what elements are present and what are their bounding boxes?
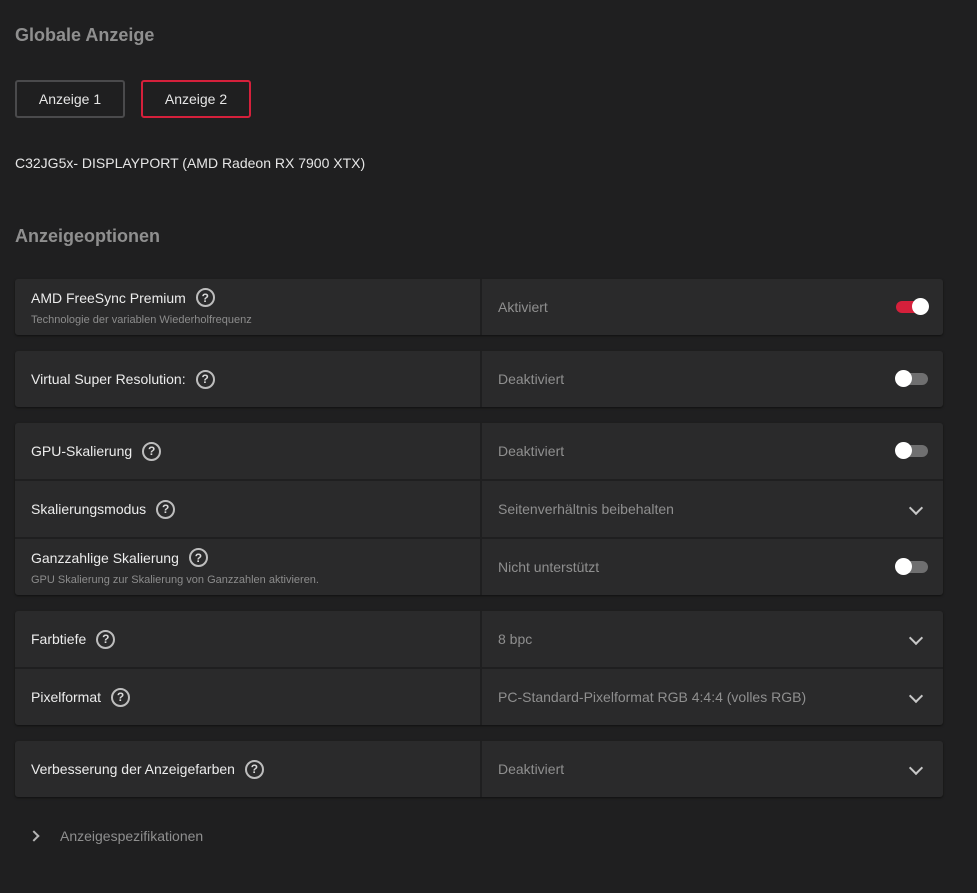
chevron-down-icon[interactable] [908,688,924,704]
toggle-knob [912,298,929,315]
display-specs-expander[interactable]: Anzeigespezifikationen [28,828,204,844]
toggle-knob [895,370,912,387]
scaling-mode-row: Skalierungsmodus ? Seitenverhältnis beib… [15,479,943,537]
question-circle-icon[interactable]: ? [111,687,131,707]
scaling-mode-dropdown[interactable]: Seitenverhältnis beibehalten [480,481,943,537]
color-enhancement-label: Verbesserung der Anzeigefarben [31,761,235,777]
freesync-label: AMD FreeSync Premium [31,289,186,306]
scaling-mode-label: Skalierungsmodus [31,501,147,517]
color-depth-value: 8 bpc [498,631,533,647]
integer-scaling-label: Ganzzahlige Skalierung [31,549,179,566]
question-circle-icon[interactable]: ? [188,548,208,567]
color-format-group: Farbtiefe ? 8 bpc Pixelformat ? PC-Stand… [15,611,943,725]
integer-scaling-description: GPU Skalierung zur Skalierung von Ganzza… [31,574,319,586]
question-circle-icon[interactable]: ? [96,629,116,649]
chevron-down-icon[interactable] [908,500,924,516]
color-depth-dropdown[interactable]: 8 bpc [480,611,943,667]
display-1-button[interactable]: Anzeige 1 [15,80,125,118]
question-circle-icon[interactable]: ? [142,441,162,461]
display-options-title: Anzeigeoptionen [15,226,160,246]
freesync-group: AMD FreeSync Premium ? Technologie der v… [15,279,943,335]
color-enhancement-group: Verbesserung der Anzeigefarben ? Deaktiv… [15,741,943,797]
global-display-title: Globale Anzeige [15,25,155,45]
toggle-knob [895,442,912,459]
monitor-name: C32JG5x- DISPLAYPORT (AMD Radeon RX 7900… [15,155,366,171]
question-circle-icon[interactable]: ? [244,759,264,779]
question-circle-icon[interactable]: ? [195,369,215,389]
color-depth-label: Farbtiefe [31,631,87,647]
freesync-toggle[interactable] [896,298,929,315]
vsr-row: Virtual Super Resolution: ? Deaktiviert [15,351,943,407]
gpu-scaling-group: GPU-Skalierung ? Deaktiviert Skalierungs… [15,423,943,595]
pixel-format-value: PC-Standard-Pixelformat RGB 4:4:4 (volle… [498,689,807,705]
color-enhancement-row: Verbesserung der Anzeigefarben ? Deaktiv… [15,741,943,797]
chevron-right-icon [28,830,40,842]
gpu-scaling-value: Deaktiviert [498,443,565,459]
freesync-value: Aktiviert [498,299,548,315]
vsr-group: Virtual Super Resolution: ? Deaktiviert [15,351,943,407]
display-2-button[interactable]: Anzeige 2 [141,80,251,118]
question-circle-icon[interactable]: ? [195,288,215,307]
question-circle-icon[interactable]: ? [156,499,176,519]
vsr-toggle[interactable] [895,370,928,387]
color-enhancement-dropdown[interactable]: Deaktiviert [480,741,943,797]
color-depth-row: Farbtiefe ? 8 bpc [15,611,943,667]
color-enhancement-value: Deaktiviert [498,761,565,777]
integer-scaling-value: Nicht unterstützt [498,559,600,575]
pixel-format-label: Pixelformat [31,689,102,705]
chevron-down-icon[interactable] [908,630,924,646]
integer-scaling-row: Ganzzahlige Skalierung ? GPU Skalierung … [15,537,943,595]
display-settings-page: Globale Anzeige Anzeige 1 Anzeige 2 C32J… [0,0,977,893]
freesync-description: Technologie der variablen Wiederholfrequ… [31,314,252,326]
display-specs-label: Anzeigespezifikationen [60,828,204,844]
gpu-scaling-toggle[interactable] [895,442,928,459]
vsr-value: Deaktiviert [498,371,565,387]
gpu-scaling-label: GPU-Skalierung [31,443,133,459]
pixel-format-row: Pixelformat ? PC-Standard-Pixelformat RG… [15,667,943,725]
freesync-row: AMD FreeSync Premium ? Technologie der v… [15,279,943,335]
gpu-scaling-row: GPU-Skalierung ? Deaktiviert [15,423,943,479]
vsr-label: Virtual Super Resolution: [31,371,186,387]
chevron-down-icon[interactable] [908,760,924,776]
pixel-format-dropdown[interactable]: PC-Standard-Pixelformat RGB 4:4:4 (volle… [480,669,943,725]
toggle-knob [895,558,912,575]
scaling-mode-value: Seitenverhältnis beibehalten [498,501,674,517]
integer-scaling-toggle[interactable] [895,558,928,575]
